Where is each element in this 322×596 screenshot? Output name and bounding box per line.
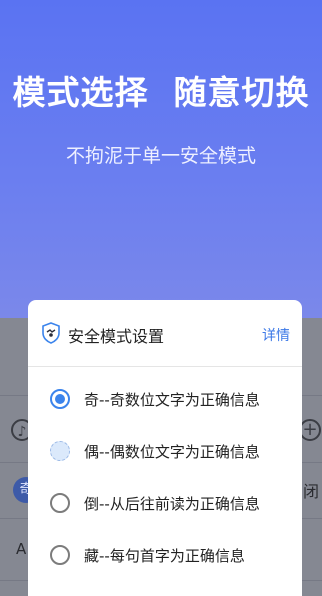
details-link[interactable]: 详情 (262, 325, 290, 345)
radio-empty-icon[interactable] (50, 545, 70, 565)
hero-subline: 不拘泥于单一安全模式 (65, 145, 256, 167)
mode-option-even[interactable]: 偶--偶数位文字为正确信息 (28, 430, 302, 476)
background-right-text: 闭 (303, 482, 320, 501)
security-mode-dialog: 安全模式设置 详情 奇--奇数位文字为正确信息 偶--偶数位文字为正确信息 倒-… (28, 300, 302, 596)
option-label: 奇--奇数位文字为正确信息 (84, 391, 260, 409)
radio-selected-icon[interactable] (50, 389, 70, 409)
option-label: 倒--从后往前读为正确信息 (84, 495, 260, 513)
mode-option-reverse[interactable]: 倒--从后往前读为正确信息 (28, 482, 302, 528)
radio-highlighted-icon[interactable] (50, 441, 70, 461)
background-left-text: A (16, 540, 27, 558)
dialog-header: 安全模式设置 详情 (28, 300, 302, 366)
mode-option-hidden[interactable]: 藏--每句首字为正确信息 (28, 534, 302, 580)
mode-option-odd[interactable]: 奇--奇数位文字为正确信息 (28, 378, 302, 424)
dialog-title: 安全模式设置 (68, 327, 165, 346)
hero-banner: 模式选择 随意切换 不拘泥于单一安全模式 (0, 0, 322, 318)
radio-empty-icon[interactable] (50, 493, 70, 513)
shield-icon (42, 322, 60, 344)
hero-headline: 模式选择 随意切换 (12, 73, 310, 112)
plus-circle-icon: + (299, 419, 321, 441)
option-label: 藏--每句首字为正确信息 (84, 547, 245, 565)
option-label: 偶--偶数位文字为正确信息 (84, 443, 260, 461)
header-divider (28, 366, 302, 367)
